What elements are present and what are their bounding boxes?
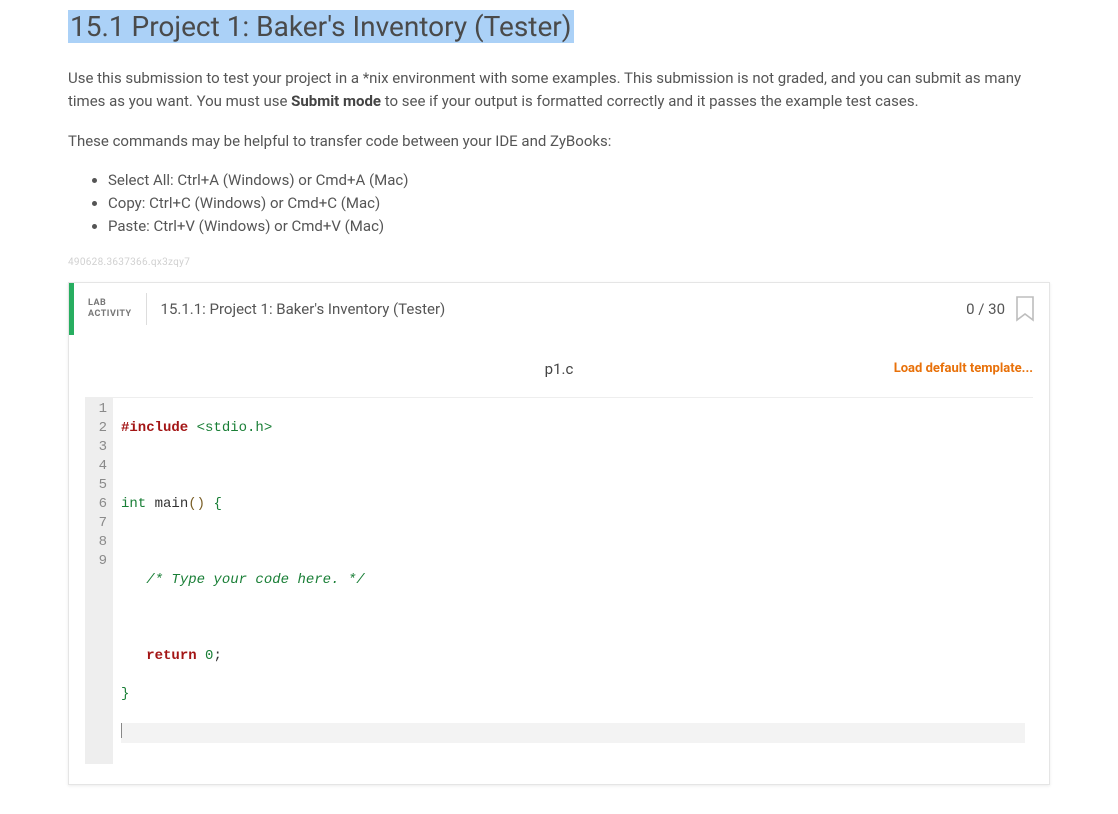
file-name: p1.c (401, 360, 717, 378)
shortcut-item: Select All: Ctrl+A (Windows) or Cmd+A (M… (108, 169, 1050, 192)
shortcut-list: Select All: Ctrl+A (Windows) or Cmd+A (M… (68, 169, 1050, 239)
line-gutter: 1 2 3 4 5 6 7 8 9 (85, 398, 113, 764)
intro-paragraph-2: These commands may be helpful to transfe… (68, 130, 1050, 153)
lab-header: LAB ACTIVITY 15.1.1: Project 1: Baker's … (69, 283, 1049, 335)
lab-card: LAB ACTIVITY 15.1.1: Project 1: Baker's … (68, 282, 1050, 785)
code-area[interactable]: #include <stdio.h> int main() { /* Type … (113, 398, 1033, 764)
intro-paragraph-1: Use this submission to test your project… (68, 67, 1050, 114)
lab-activity-title: 15.1.1: Project 1: Baker's Inventory (Te… (147, 300, 967, 318)
code-editor[interactable]: 1 2 3 4 5 6 7 8 9 #include <stdio.h> int… (85, 397, 1033, 764)
load-template-button[interactable]: Load default template... (717, 361, 1033, 376)
page-title: 15.1 Project 1: Baker's Inventory (Teste… (68, 10, 1050, 43)
lab-score: 0 / 30 (966, 300, 1015, 318)
shortcut-item: Paste: Ctrl+V (Windows) or Cmd+V (Mac) (108, 215, 1050, 238)
cursor-icon (121, 723, 122, 738)
shortcut-item: Copy: Ctrl+C (Windows) or Cmd+C (Mac) (108, 192, 1050, 215)
file-bar: p1.c Load default template... (85, 353, 1033, 385)
meta-id: 490628.3637366.qx3zqy7 (68, 257, 1050, 268)
bookmark-icon[interactable] (1015, 296, 1035, 322)
lab-badge: LAB ACTIVITY (74, 293, 147, 325)
